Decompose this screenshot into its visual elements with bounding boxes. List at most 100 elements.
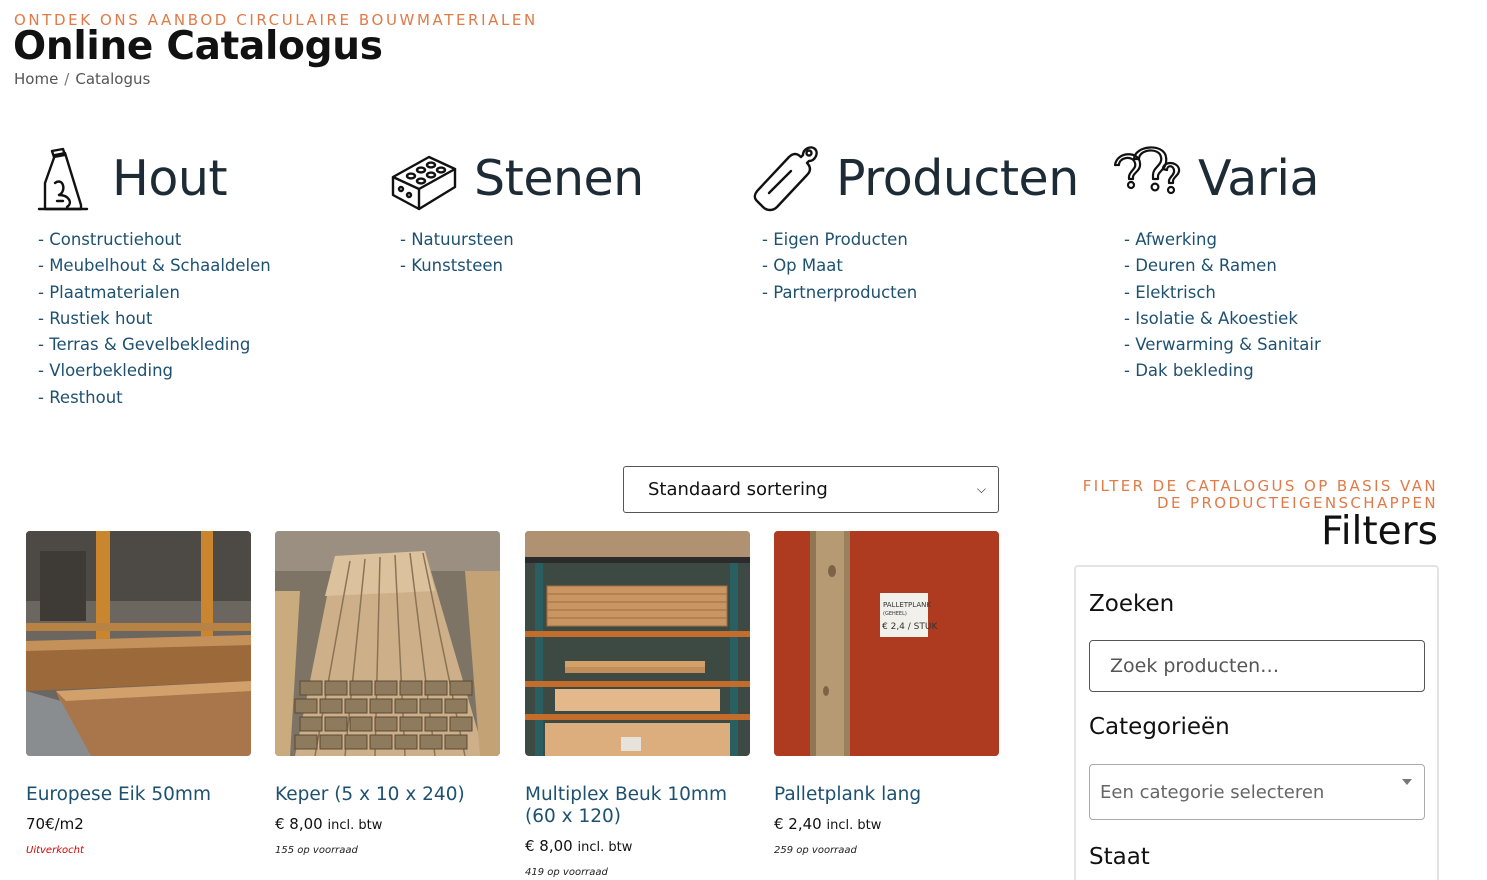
product-price-value: 70€/m2 xyxy=(26,815,84,833)
category-block-varia: Varia - Afwerking - Deuren & Ramen - Ele… xyxy=(1112,140,1321,385)
product-card: PALLETPLANK (GEHEEL) € 2,4 / STUK Pallet… xyxy=(774,531,999,856)
brick-icon[interactable] xyxy=(388,142,460,214)
category-item[interactable]: - Constructiehout xyxy=(38,227,271,253)
category-item[interactable]: - Verwarming & Sanitair xyxy=(1124,332,1321,358)
category-list-producten: - Eigen Producten - Op Maat - Partnerpro… xyxy=(762,227,1079,306)
product-price-tax: incl. btw xyxy=(826,818,882,833)
product-name[interactable]: Keper (5 x 10 x 240) xyxy=(275,784,500,806)
state-heading: Staat xyxy=(1089,844,1150,870)
filter-panel: Zoeken Zoek producten… Categorieën Een c… xyxy=(1074,565,1439,880)
category-title-producten[interactable]: Producten xyxy=(836,150,1079,207)
product-stock-status: Uitverkocht xyxy=(26,845,84,856)
category-item[interactable]: - Kunststeen xyxy=(400,253,644,279)
category-item[interactable]: - Afwerking xyxy=(1124,227,1321,253)
page-title: Online Catalogus xyxy=(13,24,383,69)
product-card: Europese Eik 50mm 70€/m2 Uitverkocht xyxy=(26,531,251,856)
cutting-board-icon[interactable] xyxy=(750,142,822,214)
category-link[interactable]: - Rustiek hout xyxy=(38,309,152,328)
product-card: Multiplex Beuk 10mm (60 x 120) € 8,00 in… xyxy=(525,531,750,878)
category-item[interactable]: - Resthout xyxy=(38,385,271,411)
product-price-value: € 2,40 xyxy=(774,815,822,833)
product-price-tax: incl. btw xyxy=(327,818,383,833)
category-item[interactable]: - Op Maat xyxy=(762,253,1079,279)
search-heading: Zoeken xyxy=(1089,591,1175,617)
category-list-stenen: - Natuursteen - Kunststeen xyxy=(400,227,644,280)
product-price: € 8,00 incl. btw xyxy=(525,837,750,855)
category-link[interactable]: - Afwerking xyxy=(1124,230,1217,249)
category-link[interactable]: - Partnerproducten xyxy=(762,283,917,302)
category-link[interactable]: - Isolatie & Akoestiek xyxy=(1124,309,1298,328)
category-select-placeholder: Een categorie selecteren xyxy=(1100,781,1325,803)
category-list-varia: - Afwerking - Deuren & Ramen - Elektrisc… xyxy=(1124,227,1321,385)
chevron-down-icon: ⌵ xyxy=(976,482,986,496)
category-link[interactable]: - Resthout xyxy=(38,388,123,407)
product-name[interactable]: Palletplank lang xyxy=(774,784,999,806)
category-title-stenen[interactable]: Stenen xyxy=(474,150,644,207)
breadcrumb-separator: / xyxy=(64,70,70,88)
product-price-value: € 8,00 xyxy=(525,837,573,855)
category-item[interactable]: - Plaatmaterialen xyxy=(38,280,271,306)
category-item[interactable]: - Terras & Gevelbekleding xyxy=(38,332,271,358)
category-item[interactable]: - Isolatie & Akoestiek xyxy=(1124,306,1321,332)
sign-text-line3: € 2,4 / STUK xyxy=(882,622,938,632)
category-link[interactable]: - Kunststeen xyxy=(400,256,503,275)
category-item[interactable]: - Dak bekleding xyxy=(1124,358,1321,384)
category-link[interactable]: - Verwarming & Sanitair xyxy=(1124,335,1321,354)
category-item[interactable]: - Elektrisch xyxy=(1124,280,1321,306)
sort-select-value: Standaard sortering xyxy=(648,479,828,500)
product-card: Keper (5 x 10 x 240) € 8,00 incl. btw 15… xyxy=(275,531,500,856)
category-item[interactable]: - Partnerproducten xyxy=(762,280,1079,306)
category-block-stenen: Stenen - Natuursteen - Kunststeen xyxy=(388,140,644,280)
category-title-varia[interactable]: Varia xyxy=(1198,150,1320,207)
filter-title: Filters xyxy=(1321,509,1438,554)
product-stock-status: 259 op voorraad xyxy=(774,845,857,856)
sort-select[interactable]: Standaard sortering ⌵ xyxy=(623,466,999,513)
product-image[interactable] xyxy=(26,531,251,756)
breadcrumb-current: Catalogus xyxy=(75,70,151,88)
product-price: 70€/m2 xyxy=(26,815,251,833)
sign-text-line2: (GEHEEL) xyxy=(883,611,907,617)
category-select[interactable]: Een categorie selecteren xyxy=(1089,764,1425,820)
category-link[interactable]: - Dak bekleding xyxy=(1124,361,1254,380)
breadcrumb-home-link[interactable]: Home xyxy=(14,70,58,88)
product-name[interactable]: Europese Eik 50mm xyxy=(26,784,251,806)
product-image[interactable]: PALLETPLANK (GEHEEL) € 2,4 / STUK xyxy=(774,531,999,756)
product-stock-status: 419 op voorraad xyxy=(525,867,608,878)
product-price-value: € 8,00 xyxy=(275,815,323,833)
product-price: € 8,00 incl. btw xyxy=(275,815,500,833)
category-link[interactable]: - Plaatmaterialen xyxy=(38,283,180,302)
category-link[interactable]: - Constructiehout xyxy=(38,230,181,249)
product-stock-status: 155 op voorraad xyxy=(275,845,358,856)
search-placeholder: Zoek producten… xyxy=(1110,655,1280,677)
category-link[interactable]: - Terras & Gevelbekleding xyxy=(38,335,250,354)
category-item[interactable]: - Deuren & Ramen xyxy=(1124,253,1321,279)
question-marks-icon[interactable] xyxy=(1112,142,1184,214)
product-image[interactable] xyxy=(525,531,750,756)
category-link[interactable]: - Op Maat xyxy=(762,256,843,275)
category-link[interactable]: - Eigen Producten xyxy=(762,230,908,249)
product-price-tax: incl. btw xyxy=(577,840,633,855)
category-block-producten: Producten - Eigen Producten - Op Maat - … xyxy=(750,140,1079,306)
category-title-hout[interactable]: Hout xyxy=(112,150,228,207)
category-link[interactable]: - Natuursteen xyxy=(400,230,514,249)
wood-log-icon[interactable] xyxy=(26,142,98,214)
category-link[interactable]: - Meubelhout & Schaaldelen xyxy=(38,256,271,275)
product-name[interactable]: Multiplex Beuk 10mm (60 x 120) xyxy=(525,784,750,828)
category-item[interactable]: - Rustiek hout xyxy=(38,306,271,332)
category-item[interactable]: - Eigen Producten xyxy=(762,227,1079,253)
sign-text-line1: PALLETPLANK xyxy=(883,601,931,609)
product-image[interactable] xyxy=(275,531,500,756)
category-item[interactable]: - Vloerbekleding xyxy=(38,358,271,384)
dropdown-arrow-icon xyxy=(1402,779,1412,785)
category-item[interactable]: - Natuursteen xyxy=(400,227,644,253)
category-link[interactable]: - Vloerbekleding xyxy=(38,361,173,380)
category-link[interactable]: - Elektrisch xyxy=(1124,283,1216,302)
category-item[interactable]: - Meubelhout & Schaaldelen xyxy=(38,253,271,279)
search-input[interactable]: Zoek producten… xyxy=(1089,640,1425,692)
category-block-hout: Hout - Constructiehout - Meubelhout & Sc… xyxy=(26,140,271,411)
categories-heading: Categorieën xyxy=(1089,714,1230,740)
filter-eyebrow: FILTER DE CATALOGUS OP BASIS VAN DE PROD… xyxy=(1082,477,1438,512)
breadcrumb: Home / Catalogus xyxy=(14,70,150,88)
category-link[interactable]: - Deuren & Ramen xyxy=(1124,256,1277,275)
category-list-hout: - Constructiehout - Meubelhout & Schaald… xyxy=(38,227,271,411)
